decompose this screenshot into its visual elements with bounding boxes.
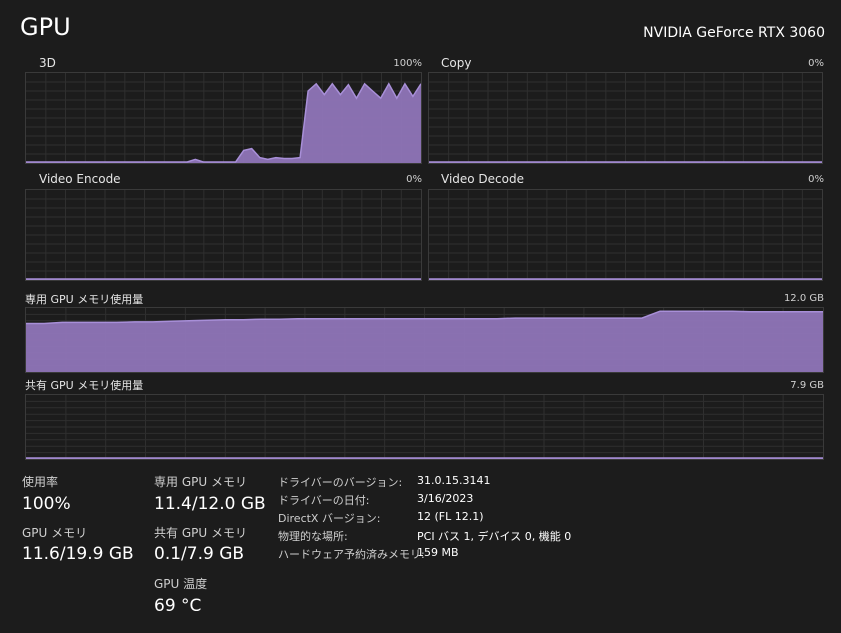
graph-label-shared-memory: 共有 GPU メモリ使用量 — [25, 379, 144, 392]
graph-svg — [429, 190, 822, 280]
graph-svg — [26, 308, 823, 372]
graph-label-dedicated-memory: 専用 GPU メモリ使用量 — [25, 293, 144, 306]
graph-label-copy: Copy — [441, 56, 472, 70]
graph-shared-memory[interactable] — [25, 394, 824, 460]
info-reserved-memory-value: 159 MB — [417, 546, 459, 559]
stat-shared-value: 0.1/7.9 GB — [154, 544, 245, 564]
graph-max-video-decode: 0% — [808, 174, 824, 185]
graph-copy[interactable] — [428, 72, 823, 164]
graph-video-encode[interactable] — [25, 189, 422, 281]
stat-temperature-label: GPU 温度 — [154, 577, 208, 591]
info-reserved-memory-label: ハードウェア予約済みメモリ: — [278, 548, 425, 561]
graph-svg — [429, 73, 822, 163]
graph-max-video-encode: 0% — [406, 174, 422, 185]
graph-label-video-encode: Video Encode — [39, 172, 121, 186]
graph-max-shared-memory: 7.9 GB — [790, 380, 824, 391]
stat-shared-label: 共有 GPU メモリ — [154, 526, 247, 540]
graph-max-3d: 100% — [393, 58, 422, 69]
graph-max-dedicated-memory: 12.0 GB — [783, 293, 824, 304]
page-title: GPU — [20, 13, 71, 41]
graph-dedicated-memory[interactable] — [25, 307, 824, 373]
stat-utilization-label: 使用率 — [22, 475, 59, 489]
stat-temperature-value: 69 °C — [154, 596, 202, 616]
info-directx-value: 12 (FL 12.1) — [417, 510, 484, 523]
info-driver-version-label: ドライバーのバージョン: — [278, 476, 403, 489]
info-driver-date-value: 3/16/2023 — [417, 492, 474, 505]
stat-dedicated-value: 11.4/12.0 GB — [154, 494, 266, 514]
info-location-value: PCI バス 1, デバイス 0, 機能 0 — [417, 530, 572, 543]
stat-dedicated-label: 専用 GPU メモリ — [154, 475, 247, 489]
graph-video-decode[interactable] — [428, 189, 823, 281]
graph-3d[interactable] — [25, 72, 422, 164]
info-driver-version-value: 31.0.15.3141 — [417, 474, 491, 487]
graph-svg — [26, 73, 421, 163]
stat-gpu-memory-value: 11.6/19.9 GB — [22, 544, 134, 564]
graph-svg — [26, 190, 421, 280]
info-directx-label: DirectX バージョン: — [278, 512, 381, 525]
graph-max-copy: 0% — [808, 58, 824, 69]
gpu-model-name: NVIDIA GeForce RTX 3060 — [643, 25, 825, 41]
stat-gpu-memory-label: GPU メモリ — [22, 526, 88, 540]
graph-label-3d: 3D — [39, 56, 56, 70]
stat-utilization-value: 100% — [22, 494, 71, 514]
info-driver-date-label: ドライバーの日付: — [278, 494, 370, 507]
info-location-label: 物理的な場所: — [278, 530, 348, 543]
graph-svg — [26, 395, 823, 459]
graph-label-video-decode: Video Decode — [441, 172, 524, 186]
